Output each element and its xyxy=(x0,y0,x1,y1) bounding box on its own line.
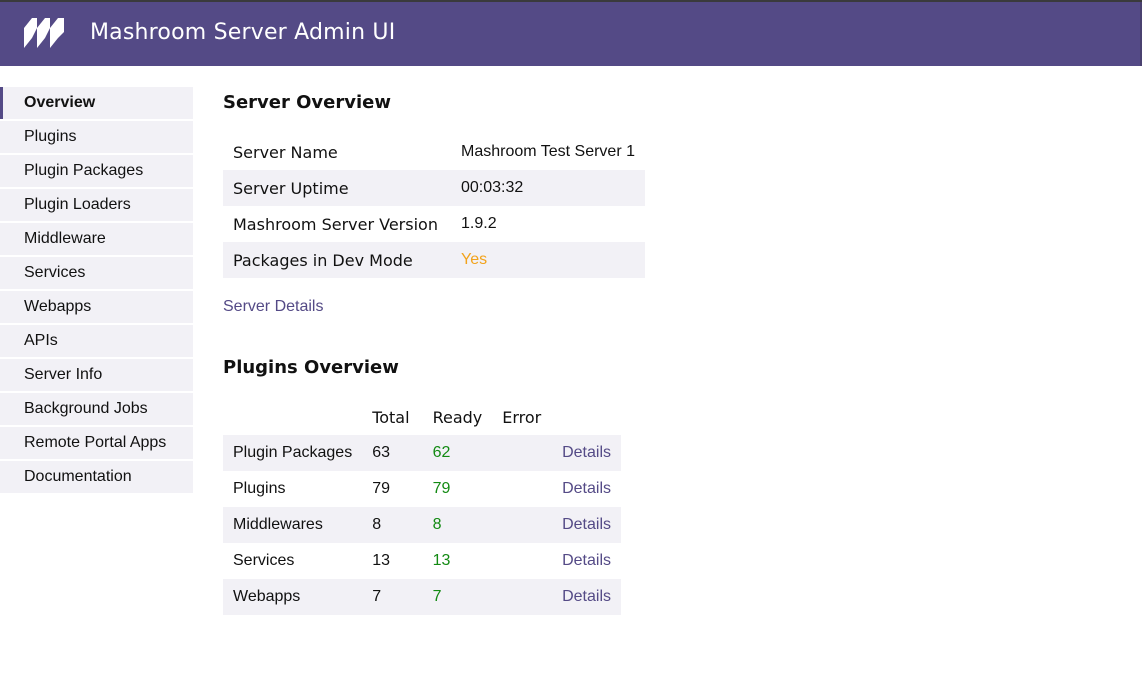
column-header-name xyxy=(223,399,362,435)
sidebar-item-plugin-packages[interactable]: Plugin Packages xyxy=(0,155,193,187)
sidebar-item-background-jobs[interactable]: Background Jobs xyxy=(0,393,193,425)
sidebar-item-middleware[interactable]: Middleware xyxy=(0,223,193,255)
row-ready: 8 xyxy=(422,507,493,543)
row-total: 63 xyxy=(362,435,423,471)
row-ready: 62 xyxy=(422,435,493,471)
table-row: Plugin Packages 63 62 Details xyxy=(223,435,621,471)
plugins-details-link[interactable]: Details xyxy=(562,480,611,497)
app-title: Mashroom Server Admin UI xyxy=(90,20,396,45)
row-name: Webapps xyxy=(223,579,363,615)
server-version-label: Mashroom Server Version xyxy=(233,214,438,234)
plugins-overview-table: Total Ready Error Plugin Packages 63 62 … xyxy=(223,399,621,615)
sidebar-item-remote-portal-apps[interactable]: Remote Portal Apps xyxy=(0,427,193,459)
sidebar-item-webapps[interactable]: Webapps xyxy=(0,291,193,323)
server-name-label: Server Name xyxy=(233,142,338,162)
row-name: Middlewares xyxy=(223,507,363,543)
row-total: 79 xyxy=(372,480,390,497)
sidebar-nav: Overview Plugins Plugin Packages Plugin … xyxy=(0,87,193,495)
table-row: Webapps 7 7 Details xyxy=(223,579,621,615)
row-error xyxy=(492,543,552,579)
table-row: Server Uptime 00:03:32 xyxy=(223,170,645,206)
row-error xyxy=(492,435,553,471)
plugins-overview-title: Plugins Overview xyxy=(223,357,399,378)
table-row: Mashroom Server Version 1.9.2 xyxy=(223,206,645,242)
server-overview-title: Server Overview xyxy=(223,92,391,113)
sidebar-item-server-info[interactable]: Server Info xyxy=(0,359,193,391)
sidebar-item-plugins[interactable]: Plugins xyxy=(0,121,193,153)
column-header-error: Error xyxy=(502,407,542,427)
server-uptime-label: Server Uptime xyxy=(223,170,451,206)
sidebar-item-services[interactable]: Services xyxy=(0,257,193,289)
server-uptime-value: 00:03:32 xyxy=(451,170,645,206)
row-error xyxy=(492,579,553,615)
row-ready: 7 xyxy=(422,579,493,615)
sidebar-item-plugin-loaders[interactable]: Plugin Loaders xyxy=(0,189,193,221)
webapps-details-link[interactable]: Details xyxy=(562,588,611,605)
plugin-packages-details-link[interactable]: Details xyxy=(562,444,611,461)
row-error xyxy=(492,507,553,543)
sidebar-item-documentation[interactable]: Documentation xyxy=(0,461,193,493)
server-details-link[interactable]: Server Details xyxy=(223,298,323,316)
table-row: Packages in Dev Mode Yes xyxy=(223,242,645,278)
column-header-total: Total xyxy=(372,407,410,427)
table-row: Services 13 13 Details xyxy=(223,543,621,579)
dev-mode-label: Packages in Dev Mode xyxy=(223,242,451,278)
row-total: 8 xyxy=(362,507,423,543)
table-header-row: Total Ready Error xyxy=(223,399,621,435)
server-name-value: Mashroom Test Server 1 xyxy=(461,143,635,160)
table-row: Middlewares 8 8 Details xyxy=(223,507,621,543)
services-details-link[interactable]: Details xyxy=(562,552,611,569)
sidebar-item-apis[interactable]: APIs xyxy=(0,325,193,357)
row-ready: 13 xyxy=(432,552,451,569)
server-overview-table: Server Name Mashroom Test Server 1 Serve… xyxy=(223,134,645,278)
server-version-value: 1.9.2 xyxy=(461,215,497,232)
app-header: Mashroom Server Admin UI xyxy=(0,2,1142,66)
row-total: 13 xyxy=(372,552,390,569)
middlewares-details-link[interactable]: Details xyxy=(562,516,611,533)
dev-mode-status: Yes xyxy=(451,242,645,278)
table-row: Server Name Mashroom Test Server 1 xyxy=(223,134,645,170)
row-error xyxy=(492,471,552,507)
row-total: 7 xyxy=(362,579,423,615)
row-name: Plugin Packages xyxy=(223,435,363,471)
row-name: Services xyxy=(233,552,295,569)
column-header-ready: Ready xyxy=(432,407,483,427)
row-ready: 79 xyxy=(432,480,451,497)
table-row: Plugins 79 79 Details xyxy=(223,471,621,507)
sidebar-item-overview[interactable]: Overview xyxy=(0,87,193,119)
mashroom-logo-icon xyxy=(24,18,64,48)
column-header-link xyxy=(552,399,621,435)
row-name: Plugins xyxy=(233,480,286,497)
